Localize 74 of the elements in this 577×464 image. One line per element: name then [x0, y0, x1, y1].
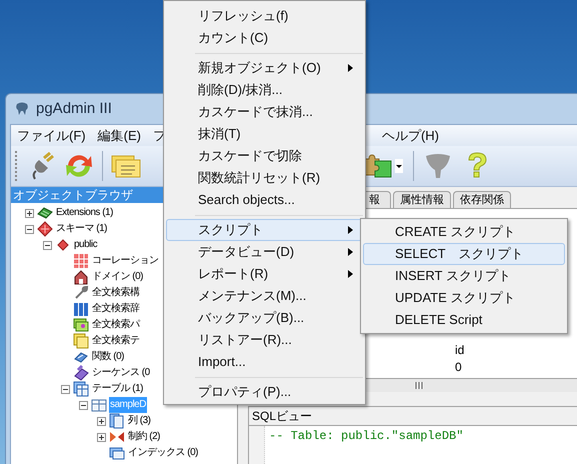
- submenu-arrow-icon: [348, 270, 353, 278]
- tree-item[interactable]: 全文検索テ: [91, 333, 140, 349]
- menu-item[interactable]: INSERT スクリプト: [363, 265, 565, 287]
- menu-item[interactable]: 削除(D)/抹消...: [166, 79, 363, 101]
- menu-item[interactable]: ファイル(F): [11, 125, 92, 146]
- diamond-icon: [37, 221, 53, 237]
- tab[interactable]: 属性情報: [393, 191, 451, 208]
- menu-item[interactable]: リストアー(R)...: [166, 329, 363, 351]
- table-icon: [91, 397, 107, 413]
- menu-item[interactable]: CREATE スクリプト: [363, 221, 565, 243]
- tree-item[interactable]: 列 (3): [127, 413, 152, 429]
- menu-item[interactable]: カスケードで抹消...: [166, 101, 363, 123]
- tree-item[interactable]: 全文検索パ: [91, 317, 140, 333]
- tree-item[interactable]: 制約 (2): [127, 429, 161, 445]
- menu-item[interactable]: ヘルプ(H): [376, 125, 445, 146]
- tree-item[interactable]: 関数 (0): [91, 349, 125, 365]
- grid-icon: [73, 253, 89, 269]
- house-icon: [73, 269, 89, 285]
- tree-item[interactable]: Extensions (1): [55, 205, 114, 221]
- tree-item[interactable]: 全文検索構: [91, 285, 140, 301]
- collapse-toggle[interactable]: [25, 224, 34, 234]
- menu-item[interactable]: UPDATE スクリプト: [363, 287, 565, 309]
- pages-icon: [73, 333, 89, 349]
- submenu-arrow-icon: [348, 226, 353, 234]
- tree-item[interactable]: コーレーション: [91, 253, 160, 269]
- menu-item[interactable]: レポート(R): [166, 263, 363, 285]
- table-cell-text: id: [455, 342, 466, 359]
- card-stack-icon: [73, 317, 89, 333]
- menu-item[interactable]: メンテナンス(M)...: [166, 285, 363, 307]
- tree-item[interactable]: テーブル (1): [91, 381, 144, 397]
- tree-item[interactable]: スキーマ (1): [55, 221, 108, 237]
- diamond-icon: [55, 237, 71, 253]
- menu-item[interactable]: 抹消(T): [166, 123, 363, 145]
- bowtie-icon: [109, 429, 125, 445]
- tree-item[interactable]: シーケンス (0: [91, 365, 151, 381]
- code-line: -- Table: public."sampleDB": [269, 428, 464, 444]
- submenu-arrow-icon: [348, 248, 353, 256]
- tree-item[interactable]: 全文検索辞: [91, 301, 140, 317]
- tab[interactable]: 依存関係: [453, 191, 511, 208]
- menu-item[interactable]: バックアップ(B)...: [166, 307, 363, 329]
- menu-item[interactable]: カウント(C): [166, 27, 363, 49]
- tables-icon: [73, 381, 89, 397]
- books-icon: [73, 301, 89, 317]
- collapse-toggle[interactable]: [79, 400, 88, 410]
- pane-title: SQLビュー: [251, 408, 314, 425]
- folders-icon: [110, 153, 142, 179]
- collapse-toggle[interactable]: [43, 240, 52, 250]
- tree-item[interactable]: インデックス (0): [127, 445, 199, 461]
- question-mark-icon: [466, 152, 488, 180]
- expand-toggle[interactable]: [97, 432, 106, 442]
- menu-item[interactable]: 新規オブジェクト(O): [166, 57, 363, 79]
- menu-item[interactable]: SELECT スクリプト: [363, 243, 565, 265]
- menu-item[interactable]: カスケードで切除: [166, 145, 363, 167]
- caret-icon: [395, 159, 403, 173]
- grip-icon: [414, 382, 422, 389]
- expand-toggle[interactable]: [97, 416, 106, 426]
- tree-item[interactable]: ドメイン (0): [91, 269, 144, 285]
- window-title: pgAdmin III: [36, 98, 112, 119]
- menu-item[interactable]: Import...: [166, 351, 363, 373]
- menu-item[interactable]: 編集(E): [92, 125, 147, 146]
- tree-item[interactable]: public: [73, 237, 98, 253]
- collapse-toggle[interactable]: [61, 384, 70, 394]
- menu-item[interactable]: 関数統計リセット(R): [166, 167, 363, 189]
- menu-item[interactable]: リフレッシュ(f): [166, 5, 363, 27]
- menu-item[interactable]: プロパティ(P)...: [166, 381, 363, 403]
- plug-icon: [30, 152, 56, 180]
- expand-toggle[interactable]: [25, 208, 34, 218]
- table-cell-text: 0: [455, 359, 463, 376]
- menu-item[interactable]: スクリプト: [166, 219, 363, 241]
- submenu-arrow-icon: [348, 64, 353, 72]
- menu-item[interactable]: DELETE Script: [363, 309, 565, 331]
- columns-icon: [109, 413, 125, 429]
- menu-item[interactable]: データビュー(D): [166, 241, 363, 263]
- funnel-icon: [424, 152, 452, 180]
